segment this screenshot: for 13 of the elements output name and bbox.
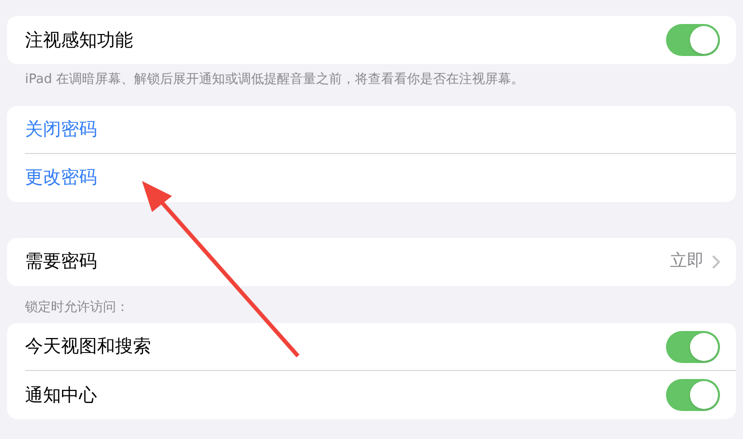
setting-label: 注视感知功能 (25, 28, 133, 52)
setting-label: 通知中心 (25, 384, 97, 408)
toggle-switch[interactable] (666, 379, 720, 411)
toggle-switch[interactable] (666, 24, 720, 56)
setting-link[interactable]: 更改密码 (25, 164, 97, 191)
setting-link[interactable]: 关闭密码 (25, 116, 97, 142)
setting-label: 今天视图和搜索 (25, 335, 151, 359)
toggle-switch[interactable] (666, 330, 720, 362)
setting-value: 立即 (670, 250, 704, 273)
chevron-right-icon (712, 254, 720, 268)
setting-label: 需要密码 (25, 250, 97, 274)
section-header: 锁定时允许访问： (25, 298, 130, 316)
section-footer: iPad 在调暗屏幕、解锁后展开通知或调低提醒音量之前，将查看看你是否在注视屏幕。 (25, 70, 736, 90)
